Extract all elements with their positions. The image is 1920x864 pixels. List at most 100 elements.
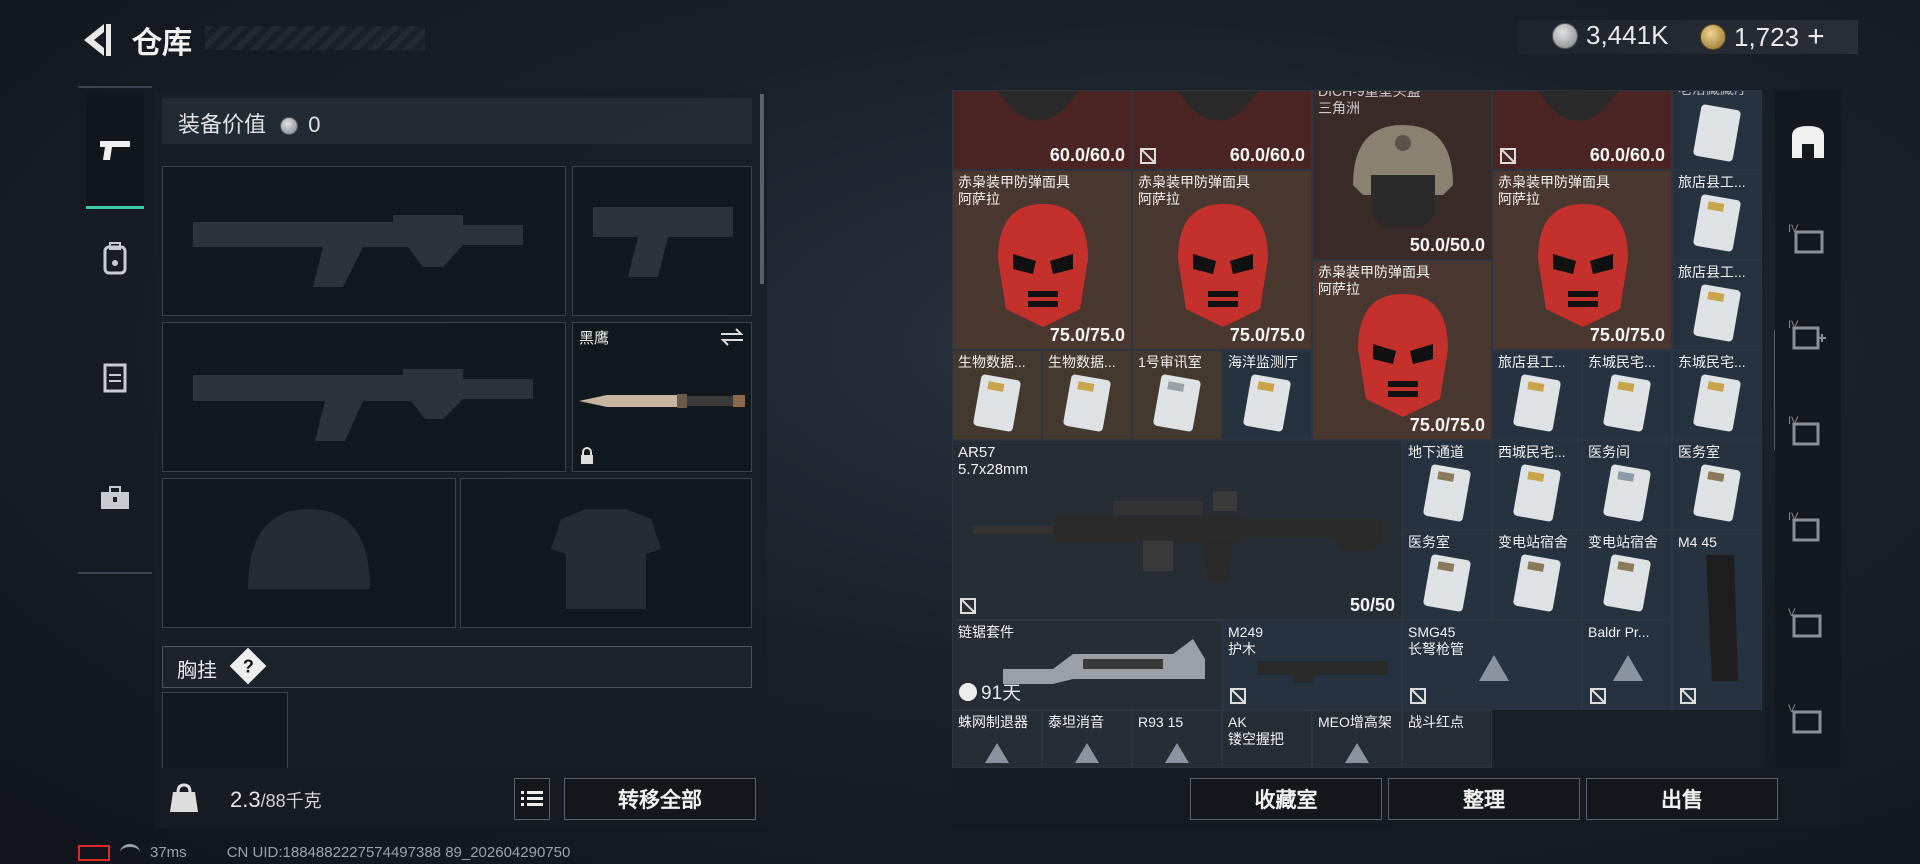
- storage-tab-v-a[interactable]: V: [1780, 592, 1836, 652]
- nav-weapons[interactable]: [86, 94, 144, 209]
- sell-button[interactable]: 出售: [1586, 778, 1778, 820]
- keycard-icon: [1693, 374, 1741, 432]
- transfer-all-button[interactable]: 转移全部: [564, 778, 756, 820]
- vest-icon: [103, 363, 127, 393]
- storage-tab-iv-d[interactable]: IV: [1780, 496, 1836, 556]
- add-currency-button[interactable]: +: [1807, 20, 1825, 54]
- storage-item-red-mask[interactable]: 赤枭装甲防弹面具 阿萨拉 75.0/75.0: [1312, 260, 1492, 440]
- battery-icon: [78, 844, 110, 861]
- currency-silver-value: 3,441K: [1586, 20, 1669, 50]
- storage-item-attachment[interactable]: 蛛网制退器: [952, 710, 1042, 768]
- list-icon: [521, 791, 543, 806]
- list-view-button[interactable]: [514, 778, 550, 820]
- storage-item-ar57[interactable]: AR57 5.7x28mm 50/50: [952, 440, 1402, 620]
- primary-weapon-slot[interactable]: [162, 166, 566, 316]
- item-ammo: 50/50: [1349, 595, 1395, 615]
- nav-armor[interactable]: [86, 328, 144, 428]
- storage-item-red-mask[interactable]: 赤枭装甲防弹面具 阿萨拉 75.0/75.0: [952, 170, 1132, 350]
- item-name: AK 镂空握把: [1228, 714, 1284, 747]
- storage-item-keycard[interactable]: 旅店县工...: [1492, 350, 1582, 440]
- storage-item-smg45-barrel[interactable]: SMG45 长弩枪管: [1402, 620, 1582, 710]
- storage-item-magazine[interactable]: M4 45: [1672, 530, 1762, 710]
- item-name: 1号审讯室: [1138, 354, 1202, 370]
- item-name: 战斗红点: [1408, 714, 1464, 730]
- storage-item-keycard[interactable]: 生物数据...: [952, 350, 1042, 440]
- storage-tab-iv-c[interactable]: IV: [1780, 400, 1836, 460]
- storage-item-attachment[interactable]: 战斗红点: [1402, 710, 1492, 768]
- clock-icon: [959, 682, 977, 701]
- body-armor-slot[interactable]: [460, 478, 752, 628]
- storage-item-keycard[interactable]: 老洛藏藏厅: [1672, 90, 1762, 170]
- storage-item-attachment[interactable]: R93 15: [1132, 710, 1222, 768]
- status-bar: 37ms CN UID:1884882227574497388 89_20260…: [78, 844, 570, 861]
- equipment-value-label: 装备价值: [178, 112, 267, 137]
- collection-room-button[interactable]: 收藏室: [1190, 778, 1382, 820]
- storage-item-helmet[interactable]: 60.0/60.0: [1132, 90, 1312, 170]
- storage-tab-iv-b[interactable]: IV: [1780, 304, 1836, 364]
- storage-item-chainsaw-kit[interactable]: 链锯套件 91天: [952, 620, 1222, 710]
- keycard-icon: [1693, 194, 1741, 252]
- helmet-slot[interactable]: [162, 478, 456, 628]
- item-durability: 60.0/60.0: [1229, 145, 1305, 165]
- storage-item-keycard[interactable]: 生物数据...: [1042, 350, 1132, 440]
- keycard-icon: [1243, 374, 1291, 432]
- storage-item-helmet[interactable]: 60.0/60.0: [1492, 90, 1672, 170]
- storage-item-attachment[interactable]: AK 镂空握把: [1222, 710, 1312, 768]
- item-durability: 60.0/60.0: [1589, 145, 1665, 165]
- storage-item-red-mask[interactable]: 赤枭装甲防弹面具 阿萨拉 75.0/75.0: [1132, 170, 1312, 350]
- storage-item-keycard[interactable]: 西城民宅...: [1492, 440, 1582, 530]
- storage-item-keycard[interactable]: 海洋监测厅: [1222, 350, 1312, 440]
- storage-item-keycard[interactable]: 医务室: [1672, 440, 1762, 530]
- storage-item-keycard[interactable]: 变电站宿舍: [1582, 530, 1672, 620]
- no-insure-icon: [1410, 688, 1426, 704]
- storage-item-baldr[interactable]: Baldr Pr...: [1582, 620, 1672, 710]
- rifle-silhouette-icon: [193, 215, 523, 287]
- storage-item-keycard[interactable]: 1号审讯室: [1132, 350, 1222, 440]
- storage-item-keycard[interactable]: 医务室: [1402, 530, 1492, 620]
- storage-tab-v-b[interactable]: V: [1780, 688, 1836, 748]
- v-case-icon: V: [1788, 607, 1822, 638]
- storage-item-keycard[interactable]: 变电站宿舍: [1492, 530, 1582, 620]
- storage-item-helmet[interactable]: 60.0/60.0: [952, 90, 1132, 170]
- no-insure-icon: [1590, 688, 1606, 704]
- help-icon[interactable]: ?: [229, 647, 267, 685]
- no-insure-icon: [1500, 148, 1516, 164]
- storage-item-keycard[interactable]: 旅店县工...: [1672, 170, 1762, 260]
- currency-gold[interactable]: 1,723 +: [1700, 20, 1825, 54]
- storage-item-m249-handguard[interactable]: M249 护木: [1222, 620, 1402, 710]
- storage-item-keycard[interactable]: 医务间: [1582, 440, 1672, 530]
- chest-rig-slot[interactable]: [162, 692, 288, 770]
- storage-item-attachment[interactable]: 泰坦消音: [1042, 710, 1132, 768]
- storage-item-red-mask[interactable]: 赤枭装甲防弹面具 阿萨拉 75.0/75.0: [1492, 170, 1672, 350]
- storage-tab-iv-a[interactable]: IV: [1780, 208, 1836, 268]
- pistol-slot[interactable]: [572, 166, 752, 316]
- storage-home-tab[interactable]: [1780, 112, 1836, 172]
- keycard-icon: [1693, 464, 1741, 522]
- sort-button[interactable]: 整理: [1388, 778, 1580, 820]
- back-arrow-icon[interactable]: [78, 20, 112, 60]
- weight-max: /88千克: [260, 791, 322, 811]
- melee-slot[interactable]: 黑鹰: [572, 322, 752, 472]
- item-durability: 75.0/75.0: [1589, 325, 1665, 345]
- storage-item-dich9-helmet[interactable]: DICH-9重型头盔 三角洲 50.0/50.0: [1312, 90, 1492, 260]
- storage-item-keycard[interactable]: 东城民宅...: [1582, 350, 1672, 440]
- keycard-icon: [1693, 284, 1741, 342]
- secondary-weapon-slot[interactable]: [162, 322, 566, 472]
- storage-item-keycard[interactable]: 旅店县工...: [1672, 260, 1762, 350]
- nav-gear[interactable]: [86, 216, 144, 300]
- rifle-icon: [973, 491, 1383, 581]
- keycard-icon: [1603, 554, 1651, 612]
- item-durability: 75.0/75.0: [1229, 325, 1305, 345]
- swap-icon[interactable]: [719, 327, 745, 347]
- page-title: 仓库: [132, 27, 192, 60]
- chest-rig-bar[interactable]: 胸挂 ?: [162, 646, 752, 688]
- storage-item-attachment[interactable]: MEO增高架: [1312, 710, 1402, 768]
- equipment-value-amount: 0: [308, 112, 321, 137]
- placeholder-triangle-icon: [1613, 655, 1643, 681]
- loadout-scrollbar[interactable]: [760, 94, 764, 284]
- armor-silhouette-icon: [551, 509, 661, 609]
- storage-item-keycard[interactable]: 东城民宅...: [1672, 350, 1762, 440]
- keycard-icon: [1423, 554, 1471, 612]
- nav-toolbox[interactable]: [86, 448, 144, 548]
- storage-item-keycard[interactable]: 地下通道: [1402, 440, 1492, 530]
